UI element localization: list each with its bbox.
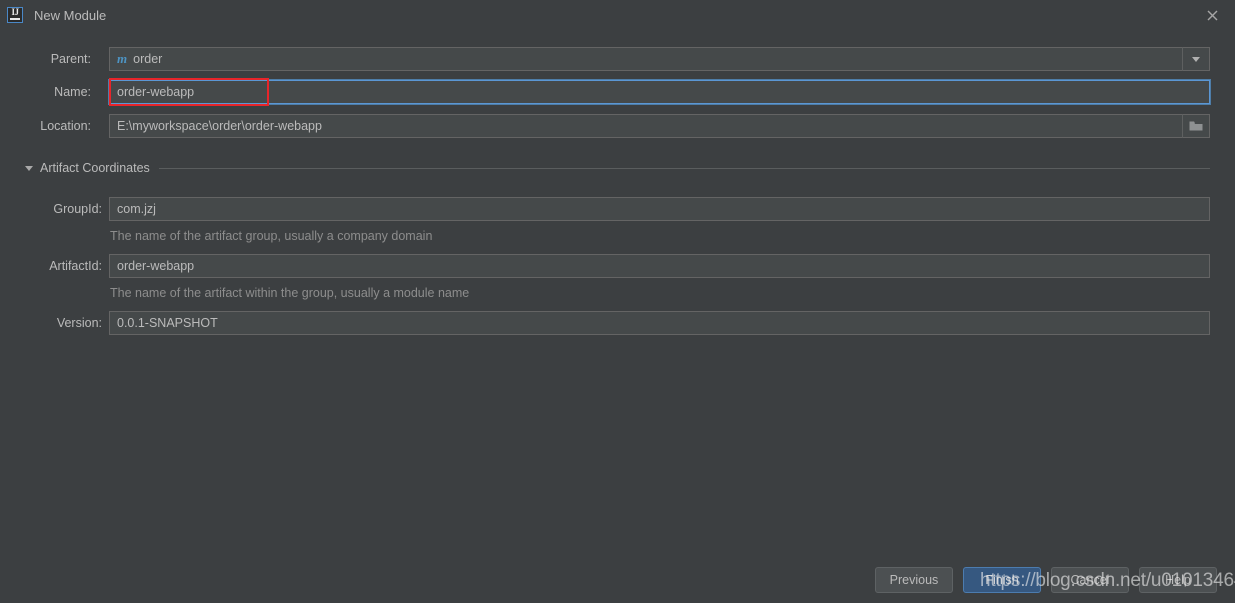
- location-input[interactable]: E:\myworkspace\order\order-webapp: [109, 114, 1210, 138]
- intellij-idea-icon: IJ: [7, 7, 23, 23]
- artifactid-row: ArtifactId: order-webapp: [25, 254, 1210, 278]
- location-row: Location: E:\myworkspace\order\order-web…: [25, 114, 1210, 138]
- name-label: Name:: [54, 85, 91, 99]
- version-input[interactable]: 0.0.1-SNAPSHOT: [109, 311, 1210, 335]
- artifactid-input[interactable]: order-webapp: [109, 254, 1210, 278]
- close-glyph: [1207, 10, 1217, 20]
- version-label: Version:: [56, 316, 102, 330]
- groupid-input-value: com.jzj: [117, 202, 156, 216]
- artifact-coordinates-title: Artifact Coordinates: [40, 161, 150, 175]
- help-button[interactable]: Help: [1139, 567, 1217, 593]
- parent-label: Parent:: [50, 52, 91, 66]
- location-label: Location:: [40, 119, 91, 133]
- version-row: Version: 0.0.1-SNAPSHOT: [25, 311, 1210, 335]
- parent-row: Parent: m order: [25, 47, 1210, 71]
- folder-glyph: [1189, 121, 1203, 131]
- section-divider: [158, 167, 1210, 169]
- name-input[interactable]: order-webapp: [109, 80, 1210, 104]
- version-input-value: 0.0.1-SNAPSHOT: [117, 316, 218, 330]
- artifactid-input-value: order-webapp: [117, 259, 195, 273]
- maven-module-icon: m: [117, 51, 128, 66]
- artifactid-label: ArtifactId:: [49, 259, 102, 273]
- close-icon[interactable]: [1203, 6, 1221, 24]
- chevron-down-icon[interactable]: [1182, 47, 1209, 71]
- dialog-titlebar: IJ New Module: [0, 0, 1235, 30]
- folder-icon[interactable]: [1182, 114, 1209, 138]
- groupid-row: GroupId: com.jzj: [25, 197, 1210, 221]
- name-input-value: order-webapp: [117, 85, 195, 99]
- cancel-button[interactable]: Cancel: [1051, 567, 1129, 593]
- finish-button[interactable]: Finish: [963, 567, 1041, 593]
- parent-value: order: [133, 52, 163, 66]
- name-row: Name: order-webapp: [25, 80, 1210, 104]
- artifact-coordinates-section-header[interactable]: Artifact Coordinates: [25, 160, 1210, 176]
- groupid-input[interactable]: com.jzj: [109, 197, 1210, 221]
- parent-combo[interactable]: m order: [109, 47, 1210, 71]
- artifactid-hint: The name of the artifact within the grou…: [110, 286, 470, 300]
- groupid-hint: The name of the artifact group, usually …: [110, 229, 433, 243]
- groupid-label: GroupId:: [53, 202, 102, 216]
- location-input-value: E:\myworkspace\order\order-webapp: [117, 119, 322, 133]
- dialog-title: New Module: [34, 7, 107, 23]
- triangle-down-icon: [25, 165, 33, 171]
- previous-button[interactable]: Previous: [875, 567, 953, 593]
